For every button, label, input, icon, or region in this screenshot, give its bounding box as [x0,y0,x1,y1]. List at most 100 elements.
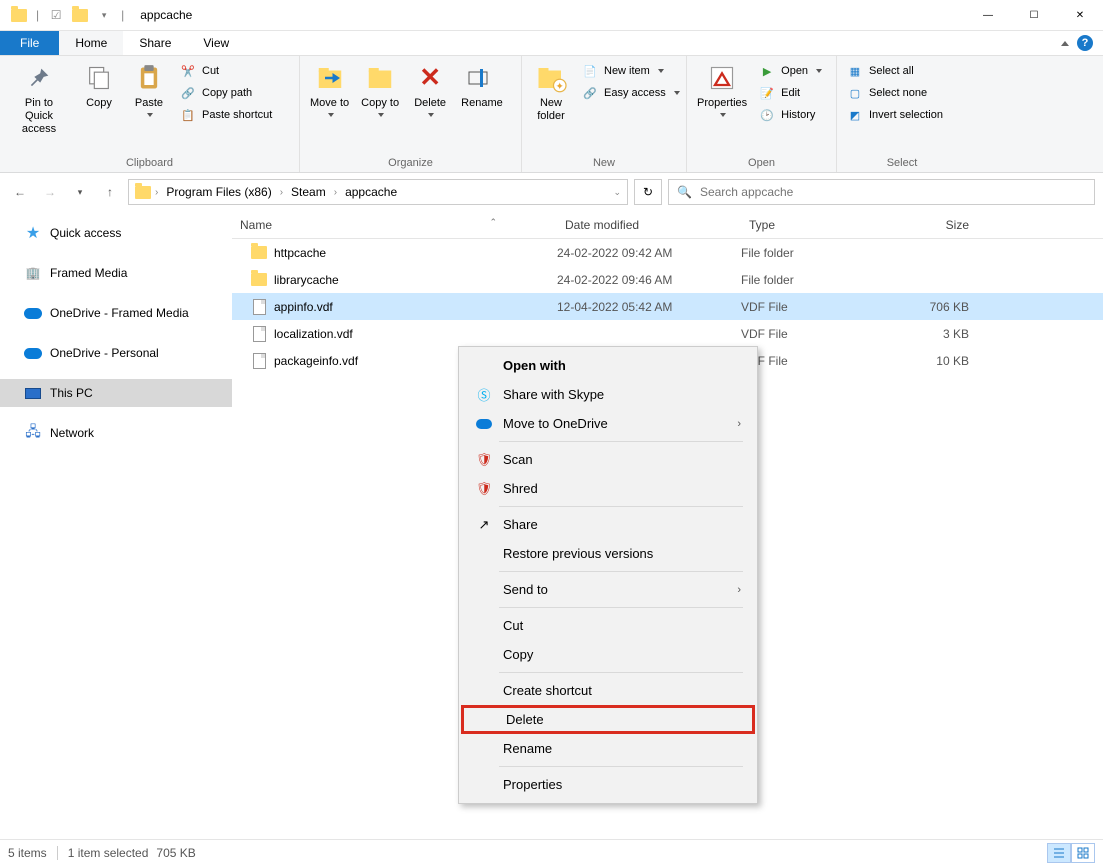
cloud-icon [24,304,42,322]
title-bar: | ☑ ▾ | appcache — ☐ ✕ [0,0,1103,31]
ctx-share-skype[interactable]: ⓈShare with Skype [461,380,755,409]
shield-icon: 🛡 [473,452,495,468]
details-view-button[interactable] [1047,843,1071,863]
nav-framed-media[interactable]: 🏢Framed Media [0,259,232,287]
file-row[interactable]: localization.vdfVDF File3 KB [232,320,1103,347]
edit-button[interactable]: 📝Edit [757,83,824,103]
address-bar[interactable]: › Program Files (x86) › Steam › appcache… [128,179,628,205]
column-type[interactable]: Type [741,218,889,232]
new-item-button[interactable]: 📄New item [580,61,682,81]
copy-path-button[interactable]: 🔗Copy path [178,83,274,103]
breadcrumb-item[interactable]: Program Files (x86) [162,185,275,199]
paste-dropdown-icon[interactable] [147,113,153,117]
column-date[interactable]: Date modified [557,218,741,232]
ctx-open-with[interactable]: Open with [461,351,755,380]
ctx-create-shortcut[interactable]: Create shortcut [461,676,755,705]
maximize-button[interactable]: ☐ [1011,0,1057,30]
back-button[interactable]: ← [8,180,32,204]
nav-this-pc[interactable]: This PC [0,379,232,407]
new-folder-button[interactable]: ✦ New folder [526,58,576,127]
file-row[interactable]: appinfo.vdf12-04-2022 05:42 AMVDF File70… [232,293,1103,320]
ctx-restore-versions[interactable]: Restore previous versions [461,539,755,568]
ctx-scan[interactable]: 🛡Scan [461,445,755,474]
breadcrumb-chevron[interactable]: › [155,187,158,198]
svg-text:✦: ✦ [556,81,564,92]
nav-onedrive-personal[interactable]: OneDrive - Personal [0,339,232,367]
rename-label: Rename [461,97,503,110]
navigation-pane: ★Quick access 🏢Framed Media OneDrive - F… [0,211,232,839]
folder-icon [251,246,267,259]
tab-home[interactable]: Home [59,31,123,55]
move-dropdown[interactable] [328,113,334,117]
ctx-cut[interactable]: Cut [461,611,755,640]
ctx-share[interactable]: ↗Share [461,510,755,539]
recent-locations-button[interactable]: ▾ [68,180,92,204]
file-row[interactable]: librarycache24-02-2022 09:46 AMFile fold… [232,266,1103,293]
file-name: packageinfo.vdf [274,354,358,368]
properties-button[interactable]: Properties [691,58,753,121]
nav-onedrive-framed[interactable]: OneDrive - Framed Media [0,299,232,327]
window-title: appcache [128,8,192,22]
ctx-move-onedrive[interactable]: Move to OneDrive› [461,409,755,438]
invert-selection-button[interactable]: ◩Invert selection [845,105,945,125]
ctx-properties[interactable]: Properties [461,770,755,799]
delete-label: Delete [414,97,446,110]
cloud-icon [473,419,495,429]
qat-folder-icon[interactable] [69,4,91,26]
column-size[interactable]: Size [889,218,977,232]
ctx-copy[interactable]: Copy [461,640,755,669]
collapse-ribbon-icon[interactable] [1061,41,1069,46]
paste-button[interactable]: Paste [124,58,174,121]
ctx-shred[interactable]: 🛡Shred [461,474,755,503]
refresh-button[interactable]: ↻ [634,179,662,205]
file-type: File folder [741,246,889,260]
search-box[interactable]: 🔍 [668,179,1095,205]
delete-button[interactable]: ✕ Delete [405,58,455,121]
cut-button[interactable]: ✂️Cut [178,61,274,81]
tab-file[interactable]: File [0,31,59,55]
close-button[interactable]: ✕ [1057,0,1103,30]
help-icon[interactable]: ? [1077,35,1093,51]
column-name[interactable]: Name⌃ [232,218,557,232]
forward-button[interactable]: → [38,180,62,204]
tab-share[interactable]: Share [123,31,187,55]
organize-group-label: Organize [304,155,517,172]
thumbnails-view-button[interactable] [1071,843,1095,863]
tab-view[interactable]: View [187,31,245,55]
minimize-button[interactable]: — [965,0,1011,30]
up-button[interactable]: ↑ [98,180,122,204]
select-none-button[interactable]: ▢Select none [845,83,945,103]
ctx-delete[interactable]: Delete [461,705,755,734]
move-to-button[interactable]: Move to [304,58,355,121]
move-to-label: Move to [310,97,349,110]
copy-to-button[interactable]: Copy to [355,58,405,121]
nav-network[interactable]: 🖧Network [0,419,232,447]
search-input[interactable] [700,185,1086,199]
copy-to-dropdown[interactable] [378,113,384,117]
delete-dropdown[interactable] [428,113,434,117]
breadcrumb-chevron[interactable]: › [280,187,283,198]
address-dropdown-icon[interactable]: ⌄ [613,187,621,198]
breadcrumb-chevron[interactable]: › [334,187,337,198]
nav-quick-access[interactable]: ★Quick access [0,219,232,247]
qat-properties-icon[interactable]: ☑ [45,4,67,26]
building-icon: 🏢 [24,264,42,282]
open-button[interactable]: ▶Open [757,61,824,81]
ctx-send-to[interactable]: Send to› [461,575,755,604]
history-button[interactable]: 🕑History [757,105,824,125]
breadcrumb-item[interactable]: Steam [287,185,330,199]
easy-access-icon: 🔗 [582,85,598,101]
copy-button[interactable]: Copy [74,58,124,114]
file-row[interactable]: httpcache24-02-2022 09:42 AMFile folder [232,239,1103,266]
select-all-button[interactable]: ▦Select all [845,61,945,81]
paste-shortcut-button[interactable]: 📋Paste shortcut [178,105,274,125]
ctx-separator [499,766,743,767]
ctx-rename[interactable]: Rename [461,734,755,763]
qat-dropdown-icon[interactable]: ▾ [93,4,115,26]
file-date: 12-04-2022 05:42 AM [557,300,741,314]
pin-to-quick-access-button[interactable]: Pin to Quick access [4,58,74,141]
breadcrumb-item[interactable]: appcache [341,185,401,199]
rename-button[interactable]: Rename [455,58,509,114]
file-icon [253,326,266,342]
easy-access-button[interactable]: 🔗Easy access [580,83,682,103]
